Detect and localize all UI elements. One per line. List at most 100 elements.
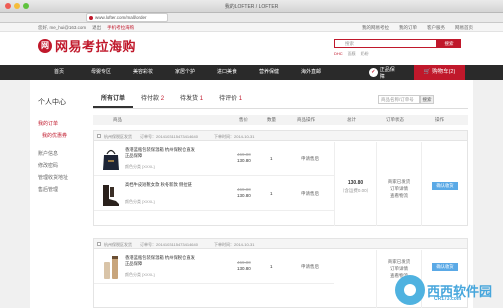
sidebar-group-orders: 我的订单 我的优惠券: [38, 120, 67, 139]
order-header: 杭州保税区发货 订单号：2014103115473414640 下单时间：201…: [94, 131, 467, 141]
search-button[interactable]: 搜索: [437, 39, 461, 48]
main-nav: 首页 母婴专区 美容彩妆 家居个护 进口美食 营养保健 海外直邮 ✓ 正品保障 …: [0, 65, 503, 80]
hot-word[interactable]: 面膜: [348, 51, 356, 57]
order-number: 订单号：2014103115473414640: [140, 241, 198, 247]
authentic-guarantee: ✓ 正品保障: [369, 66, 399, 80]
item-price: 130.80: [237, 158, 251, 163]
cart-button[interactable]: 🛒 购物车(2): [414, 65, 465, 80]
tab-label: 待发货: [180, 96, 199, 102]
header-product: 商品: [113, 117, 122, 122]
tab-pending-shipment[interactable]: 待发货 1: [172, 92, 211, 108]
topbar-link-my-orders[interactable]: 我的订单: [399, 25, 417, 31]
header-status: 订单状态: [386, 117, 404, 122]
confirm-receipt-button[interactable]: 确认收货: [432, 182, 458, 190]
cart-label: 购物车(2): [432, 69, 456, 75]
mobile-app-link[interactable]: 手机考拉海购: [107, 25, 134, 31]
item-title[interactable]: 高档牛皮短靴女款 秋冬新款 侧拉链: [125, 182, 195, 188]
logout-link[interactable]: 退出: [92, 25, 101, 31]
sidebar-item-account-info[interactable]: 账户信息: [38, 150, 68, 157]
site-header: 网 网易考拉海购 搜索 搜索 DHC 面膜 奶粉: [0, 32, 503, 65]
nav-item-home[interactable]: 首页: [38, 65, 80, 80]
handbag-image[interactable]: [101, 146, 121, 172]
order-total: 130.80 （含运费0.00）: [334, 142, 376, 226]
logo-icon: 网: [38, 38, 52, 53]
hot-word[interactable]: DHC: [334, 51, 343, 57]
hot-search-words: DHC 面膜 奶粉: [334, 51, 369, 57]
topbar-link-homepage[interactable]: 网易首页: [455, 25, 473, 31]
header-total: 总计: [347, 117, 356, 122]
nav-item-health[interactable]: 营养保健: [248, 65, 290, 80]
nav-item-overseas[interactable]: 海外直邮: [290, 65, 332, 80]
nav-item-food[interactable]: 进口美食: [206, 65, 248, 80]
item-spec: 颜色分类 [XXXL]: [125, 164, 155, 169]
order-shipping: （含运费0.00）: [339, 188, 372, 193]
item-title[interactable]: 香港蓝瓶包装保温箱 杭州保税仓直发 正品保障: [125, 147, 195, 159]
item-quantity: 1: [270, 156, 273, 161]
apply-aftersale-link[interactable]: 申请售后: [301, 264, 319, 270]
hot-word[interactable]: 奶粉: [361, 51, 369, 57]
order-item: 高档牛皮短靴女款 秋冬新款 侧拉链 颜色分类 [XXXL] 469.00 130…: [94, 177, 334, 211]
order-detail-link[interactable]: 订单详情: [377, 265, 421, 272]
item-original-price: 469.00: [237, 152, 251, 157]
search-input[interactable]: 搜索: [334, 39, 437, 48]
tab-pending-payment[interactable]: 待付款 2: [133, 92, 172, 108]
boots-image[interactable]: [101, 181, 121, 207]
item-price: 130.80: [237, 266, 251, 271]
watermark-subtext: CR173.com: [434, 296, 462, 302]
nav-item-beauty[interactable]: 美容彩妆: [122, 65, 164, 80]
guarantee-label: 正品保障: [379, 66, 395, 80]
topbar-link-my-account[interactable]: 我的网易考拉: [362, 25, 389, 31]
sidebar-item-my-orders[interactable]: 我的订单: [38, 120, 67, 127]
address-bar[interactable]: www.lofter.com/mall/order: [86, 13, 168, 22]
nav-item-home-care[interactable]: 家居个护: [164, 65, 206, 80]
order-number: 订单号：2014103115473414640: [140, 133, 198, 139]
window-titlebar: 我的LOFTER / LOFTER: [0, 0, 503, 13]
address-text: www.lofter.com/mall/order: [95, 15, 147, 20]
item-title[interactable]: 香港蓝瓶包装保温箱 杭州保税仓直发 正品保障: [125, 255, 195, 267]
item-original-price: 469.00: [237, 187, 251, 192]
order-total-amount: 130.80: [347, 180, 364, 186]
header-op: 商品操作: [297, 117, 315, 122]
apply-aftersale-link[interactable]: 申请售后: [301, 156, 319, 162]
greeting-text: 您好, me_hui@163.com: [38, 25, 87, 30]
header-price: 售价: [239, 117, 248, 122]
order-checkbox[interactable]: [97, 134, 101, 138]
tab-divider: [93, 108, 468, 109]
orders-table-header: 商品 售价 数量 商品操作 总计 订单状态 操作: [93, 115, 468, 125]
item-spec: 颜色分类 [XXXL]: [125, 272, 155, 277]
tab-count: 1: [238, 96, 243, 102]
tab-all-orders[interactable]: 所有订单: [93, 92, 134, 108]
tab-count: 1: [199, 96, 204, 102]
order-time: 下单时间：2014-10-31: [214, 241, 255, 247]
sidebar-item-addresses[interactable]: 管理收货地址: [38, 174, 68, 181]
tab-label: 所有订单: [101, 96, 126, 102]
order-search-button[interactable]: 搜索: [420, 95, 434, 104]
item-price: 130.80: [237, 193, 251, 198]
order-store: 杭州保税区发货: [104, 241, 132, 247]
track-shipment-link[interactable]: 查看物流: [377, 192, 421, 199]
cart-icon: 🛒: [423, 69, 431, 75]
sidebar-item-change-password[interactable]: 修改密码: [38, 162, 68, 169]
sidebar-title: 个人中心: [38, 99, 66, 106]
tab-pending-review[interactable]: 待评价 1: [211, 92, 250, 108]
confirm-receipt-button[interactable]: 确认收货: [432, 263, 458, 271]
order-detail-link[interactable]: 订单详情: [377, 185, 421, 192]
site-logo[interactable]: 网 网易考拉海购: [38, 36, 136, 55]
order-item: 香港蓝瓶包装保温箱 杭州保税仓直发 正品保障 颜色分类 [XXXL] 469.0…: [94, 250, 334, 284]
browser-toolbar: [0, 13, 503, 23]
status-text: 商家已发货: [387, 259, 411, 264]
sidebar-item-coupons[interactable]: 我的优惠券: [38, 132, 67, 139]
cosmetics-image[interactable]: [101, 254, 121, 280]
topbar-link-service[interactable]: 客户服务: [427, 25, 445, 31]
item-quantity: 1: [270, 264, 273, 269]
order-search-input[interactable]: 商品名称/订单号: [378, 95, 420, 104]
order-checkbox[interactable]: [97, 242, 101, 246]
logo-text: 网易考拉海购: [55, 39, 137, 54]
window-title: 我的LOFTER / LOFTER: [224, 4, 279, 10]
order-item: 香港蓝瓶包装保温箱 杭州保税仓直发 正品保障 颜色分类 [XXXL] 469.0…: [94, 142, 334, 176]
sidebar-item-aftersale[interactable]: 售后管理: [38, 186, 58, 193]
apply-aftersale-link[interactable]: 申请售后: [301, 191, 319, 197]
nav-item-baby[interactable]: 母婴专区: [80, 65, 122, 80]
item-spec: 颜色分类 [XXXL]: [125, 199, 155, 204]
sidebar-group-aftersale: 售后管理: [38, 186, 58, 193]
